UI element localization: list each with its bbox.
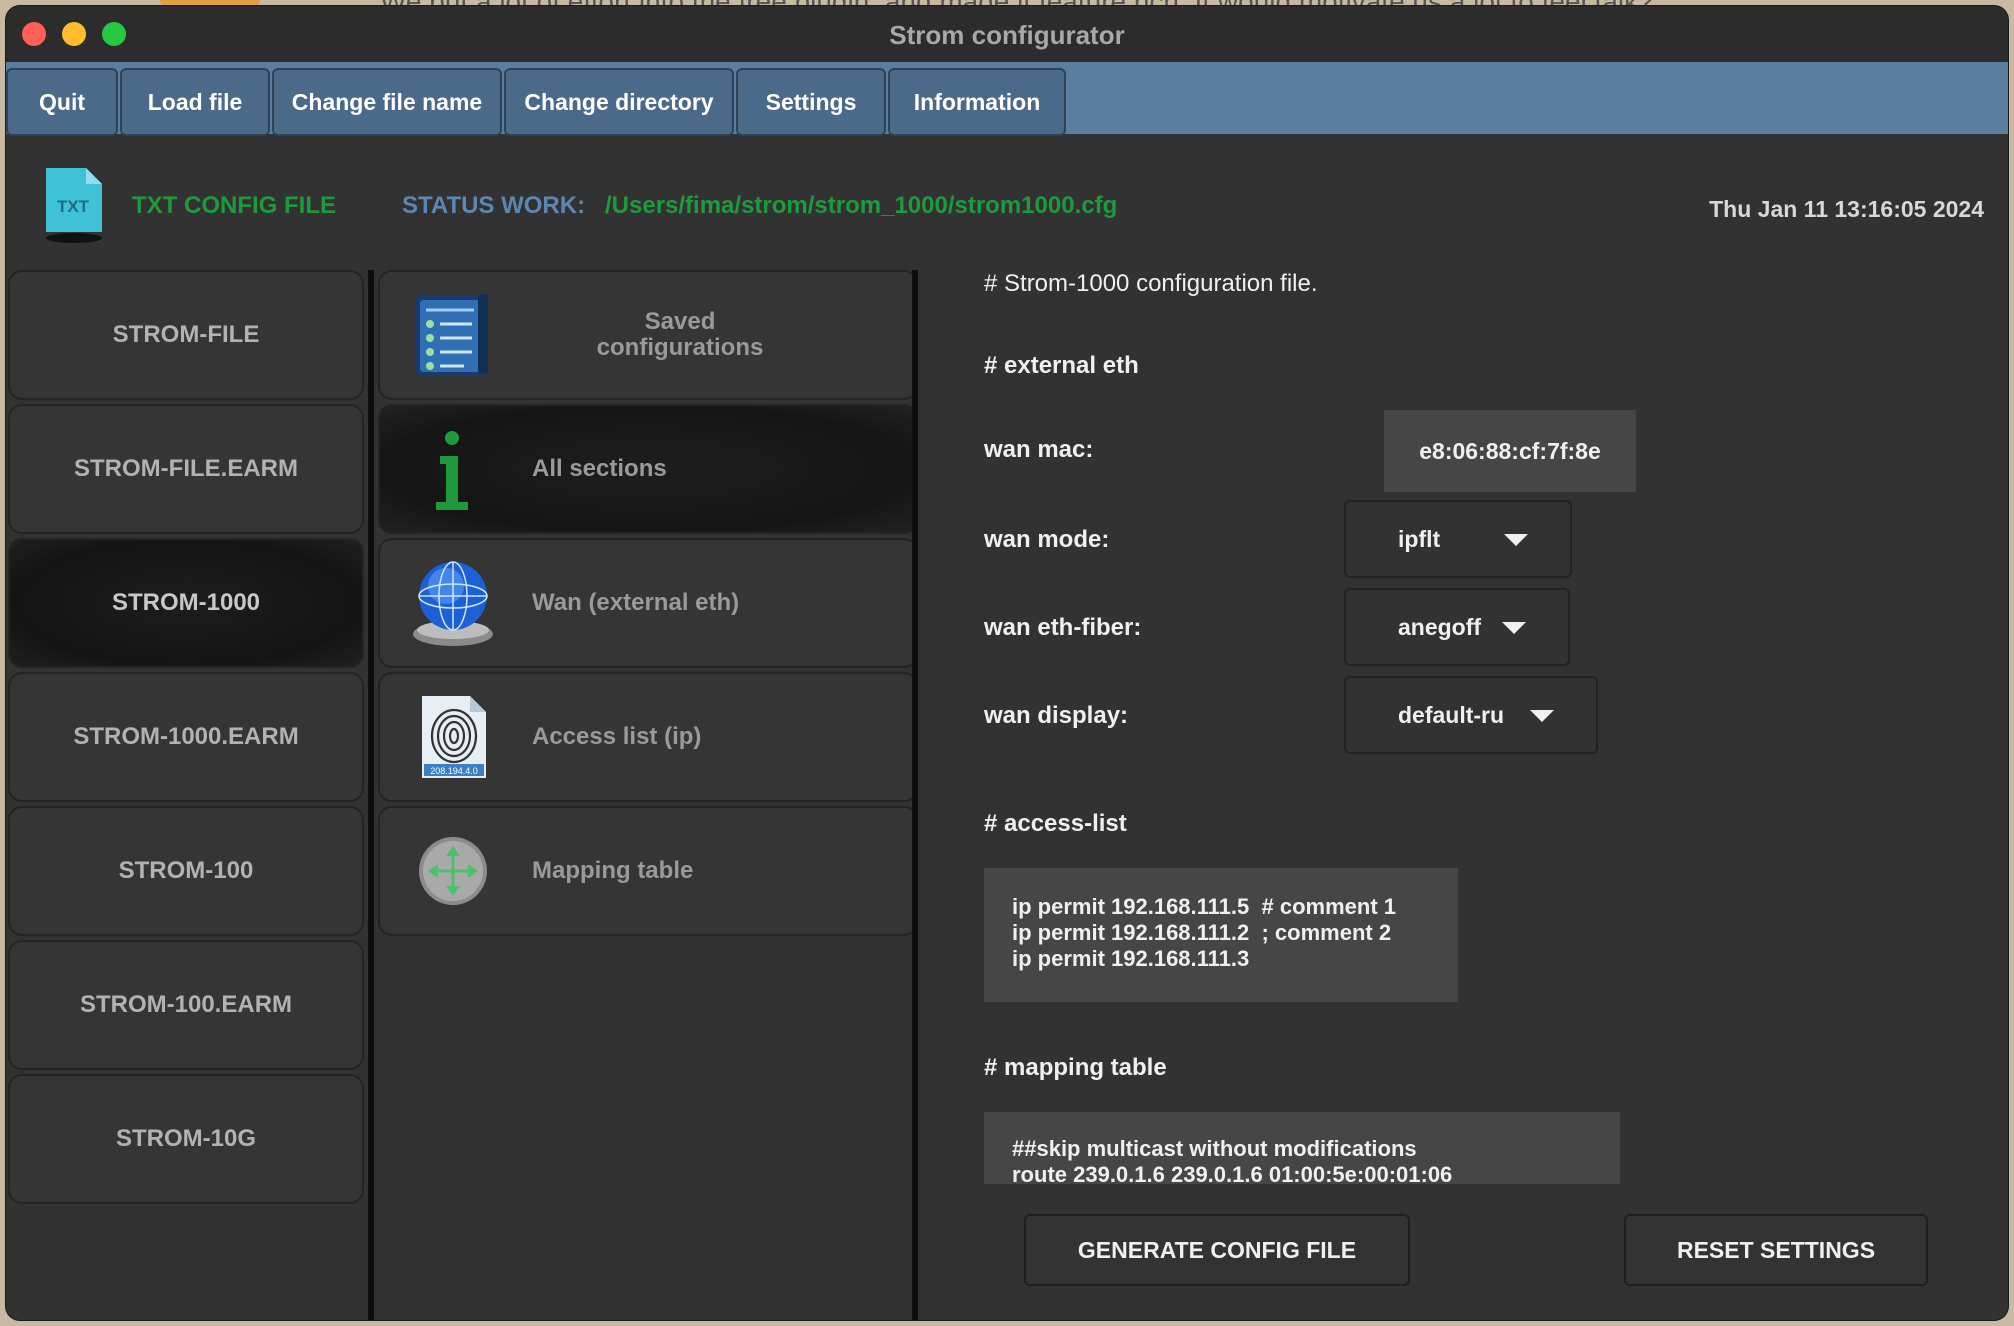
- device-item-strom-10g[interactable]: STROM-10G: [8, 1074, 364, 1204]
- section-item-access-list[interactable]: 208.194.4.0 Access list (ip): [378, 672, 918, 802]
- svg-text:208.194.4.0: 208.194.4.0: [430, 766, 478, 776]
- section-label: Mapping table: [532, 857, 694, 884]
- generate-config-button[interactable]: GENERATE CONFIG FILE: [1024, 1214, 1410, 1286]
- section-label: Access list (ip): [532, 723, 702, 750]
- access-list-textarea[interactable]: ip permit 192.168.111.5 # comment 1 ip p…: [984, 868, 1458, 1002]
- wan-mode-label: wan mode:: [984, 526, 1110, 553]
- wan-eth-fiber-value: anegoff: [1398, 613, 1482, 640]
- chevron-down-icon: [1502, 622, 1526, 634]
- change-directory-button[interactable]: Change directory: [504, 68, 734, 136]
- wan-eth-fiber-select[interactable]: anegoff: [1344, 588, 1570, 666]
- file-type-label: TXT CONFIG FILE: [132, 192, 336, 219]
- device-item-strom-1000[interactable]: STROM-1000: [8, 538, 364, 668]
- wan-mode-value: ipflt: [1398, 525, 1441, 552]
- section-item-mapping-table[interactable]: Mapping table: [378, 806, 918, 936]
- window-title: Strom configurator: [889, 20, 1125, 50]
- section-label: All sections: [532, 455, 667, 482]
- fingerprint-document-icon: 208.194.4.0: [422, 696, 486, 778]
- status-path: /Users/fima/strom/strom_1000/strom1000.c…: [605, 192, 1118, 219]
- info-icon: [436, 431, 468, 510]
- access-list-comment: # access-list: [984, 810, 1127, 837]
- section-item-all-sections[interactable]: All sections: [378, 404, 918, 534]
- globe-icon: [413, 561, 493, 646]
- device-item-strom-1000-earm[interactable]: STROM-1000.EARM: [8, 672, 364, 802]
- wan-display-select[interactable]: default-ru: [1344, 676, 1598, 754]
- reset-settings-button[interactable]: RESET SETTINGS: [1624, 1214, 1928, 1286]
- chevron-down-icon: [1504, 534, 1528, 546]
- status-header: TXT TXT CONFIG FILE STATUS WORK: /Users/…: [6, 134, 2008, 264]
- chevron-down-icon: [1530, 710, 1554, 722]
- wan-display-label: wan display:: [984, 702, 1129, 729]
- external-eth-comment: # external eth: [984, 352, 1139, 379]
- section-item-saved-configurations[interactable]: Saved configurations: [378, 270, 918, 400]
- wan-mode-select[interactable]: ipflt: [1344, 500, 1572, 578]
- column-divider: [368, 270, 374, 1320]
- menu-bar: Quit Load file Change file name Change d…: [6, 62, 2008, 136]
- information-button[interactable]: Information: [888, 68, 1066, 136]
- wan-display-value: default-ru: [1398, 701, 1505, 728]
- device-item-strom-file-earm[interactable]: STROM-FILE.EARM: [8, 404, 364, 534]
- quit-button[interactable]: Quit: [6, 68, 118, 136]
- wan-eth-fiber-label: wan eth-fiber:: [984, 614, 1142, 641]
- config-panel: # Strom-1000 configuration file. # exter…: [918, 270, 2008, 1320]
- section-item-wan[interactable]: Wan (external eth): [378, 538, 918, 668]
- title-bar: Strom configurator: [6, 6, 2008, 63]
- device-item-strom-100-earm[interactable]: STROM-100.EARM: [8, 940, 364, 1070]
- mapping-table-textarea[interactable]: ##skip multicast without modifications r…: [984, 1112, 1620, 1184]
- datetime-display: Thu Jan 11 13:16:05 2024: [1709, 196, 1984, 222]
- status-work-label: STATUS WORK:: [402, 192, 586, 219]
- svg-text:TXT: TXT: [57, 197, 90, 216]
- change-file-name-button[interactable]: Change file name: [272, 68, 502, 136]
- section-label: Saved configurations: [596, 308, 764, 361]
- load-file-button[interactable]: Load file: [120, 68, 270, 136]
- wan-mac-field[interactable]: e8:06:88:cf:7f:8e: [1384, 410, 1636, 492]
- file-comment: # Strom-1000 configuration file.: [984, 270, 1318, 297]
- notepad-icon: [416, 294, 488, 376]
- wan-mac-label: wan mac:: [984, 436, 1094, 463]
- txt-file-icon: TXT: [46, 168, 102, 243]
- section-label: Wan (external eth): [532, 589, 740, 616]
- settings-button[interactable]: Settings: [736, 68, 886, 136]
- device-item-strom-100[interactable]: STROM-100: [8, 806, 364, 936]
- app-window: Strom configurator Quit Load file Change…: [6, 6, 2008, 1320]
- device-item-strom-file[interactable]: STROM-FILE: [8, 270, 364, 400]
- move-arrows-icon: [419, 837, 487, 905]
- mapping-table-comment: # mapping table: [984, 1054, 1167, 1081]
